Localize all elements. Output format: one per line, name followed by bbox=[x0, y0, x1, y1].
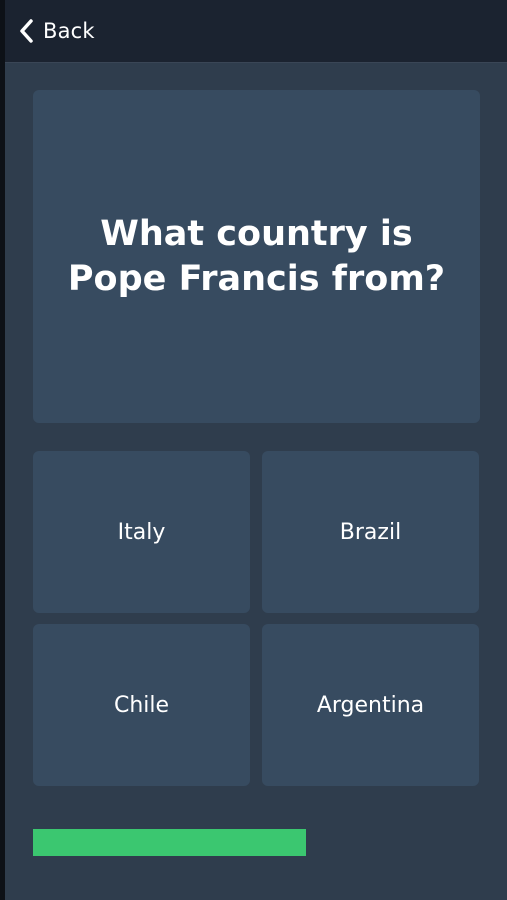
answer-option-italy[interactable]: Italy bbox=[33, 451, 250, 613]
back-label: Back bbox=[43, 19, 95, 43]
answer-label: Chile bbox=[113, 692, 170, 718]
timer-progress-fill bbox=[33, 829, 306, 856]
quiz-screen: Back What country is Pope Francis from? … bbox=[0, 0, 507, 900]
answer-option-argentina[interactable]: Argentina bbox=[262, 624, 479, 786]
chevron-left-icon bbox=[17, 17, 37, 45]
nav-bar: Back bbox=[5, 0, 507, 63]
answer-label: Brazil bbox=[339, 519, 402, 545]
answer-label: Italy bbox=[117, 519, 166, 545]
answer-option-chile[interactable]: Chile bbox=[33, 624, 250, 786]
answer-label: Argentina bbox=[316, 692, 425, 718]
answer-option-brazil[interactable]: Brazil bbox=[262, 451, 479, 613]
timer-progress-bar bbox=[33, 829, 480, 856]
question-text: What country is Pope Francis from? bbox=[67, 213, 446, 299]
question-card: What country is Pope Francis from? bbox=[33, 90, 480, 423]
back-button[interactable]: Back bbox=[17, 17, 95, 45]
